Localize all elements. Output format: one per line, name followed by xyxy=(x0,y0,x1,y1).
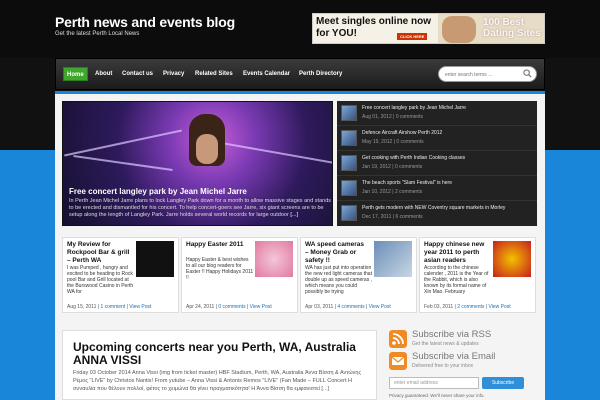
privacy-note: Privacy guaranteed. We'll never share yo… xyxy=(389,393,485,398)
list-item[interactable]: Perth gets modern with NEW Coventry squa… xyxy=(337,201,537,226)
post-thumbnail xyxy=(341,180,357,196)
email-form: enter email address Subscribe xyxy=(389,377,537,391)
post-thumbnail xyxy=(341,205,357,221)
view-post-link[interactable]: View Post xyxy=(250,304,272,310)
rss-description: Get the latest news & updates xyxy=(412,341,479,347)
list-item-title[interactable]: Get cooking with Perth Indian Cooking cl… xyxy=(362,155,465,161)
email-field[interactable]: enter email address xyxy=(389,377,479,389)
nav-home[interactable]: Home xyxy=(63,67,88,81)
post-card-title[interactable]: Happy Easter 2011 xyxy=(186,241,250,249)
post-card-meta: Aug 15, 2011 | 1 comment | View Post xyxy=(67,304,152,310)
rss-label[interactable]: Subscribe via RSS xyxy=(412,329,491,340)
subscribe-rss[interactable]: Subscribe via RSS Get the latest news & … xyxy=(389,329,537,352)
view-post-link[interactable]: View Post xyxy=(369,304,391,310)
list-item-meta: Jan 19, 2012 | 0 comments xyxy=(362,164,423,170)
view-post-link[interactable]: View Post xyxy=(129,304,151,310)
nav-about[interactable]: About xyxy=(92,67,115,81)
post-card-excerpt: WA has just put into operation the new r… xyxy=(305,265,372,295)
post-card-image[interactable] xyxy=(374,241,412,277)
featured-title[interactable]: Free concert langley park by Jean Michel… xyxy=(69,187,247,196)
featured-excerpt: In Perth Jean Michel Jarre plans to lock… xyxy=(69,198,331,219)
post-card-meta: Apr 24, 2011 | 0 comments | View Post xyxy=(186,304,272,310)
ad-banner[interactable]: Meet singles online now for YOU! CLICK H… xyxy=(312,13,545,44)
nav-perth-directory[interactable]: Perth Directory xyxy=(296,67,345,81)
subscribe-widget: Subscribe via RSS Get the latest news & … xyxy=(389,329,537,400)
search-box xyxy=(438,66,537,82)
list-item[interactable]: Get cooking with Perth Indian Cooking cl… xyxy=(337,151,537,176)
post-thumbnail xyxy=(341,130,357,146)
post-card-image[interactable] xyxy=(493,241,531,277)
list-item-title[interactable]: Free concert langley park by Jean Michel… xyxy=(362,105,466,111)
featured-read-more[interactable]: [...] xyxy=(290,212,298,218)
email-description: Delivered free to your inbox xyxy=(412,363,474,369)
list-item-title[interactable]: The beach sports "Slam Festival" is here xyxy=(362,180,452,186)
post-card-meta: Feb 03, 2011 | 2 comments | View Post xyxy=(424,304,511,310)
post-card-excerpt: According to the chinese calender , 2011… xyxy=(424,265,489,295)
list-item-title[interactable]: Defence Aircraft Airshow Perth 2012 xyxy=(362,130,442,136)
post-card-meta: Apr 03, 2011 | 4 comments | View Post xyxy=(305,304,391,310)
site-tagline: Get the latest Perth Local News xyxy=(55,31,140,37)
post-card-excerpt: Happy Easter & best wishes to all our bl… xyxy=(186,257,254,281)
rss-icon[interactable] xyxy=(389,330,407,348)
featured-slider[interactable]: Free concert langley park by Jean Michel… xyxy=(62,101,333,226)
ad-image-panel: 100 Best Dating Sites xyxy=(438,14,544,43)
post-card: Happy Easter 2011 Happy Easter & best wi… xyxy=(181,237,298,313)
comments-link[interactable]: 2 comments xyxy=(457,304,484,310)
comments-link[interactable]: 4 comments xyxy=(337,304,364,310)
site-title[interactable]: Perth news and events blog xyxy=(55,14,235,30)
post-date: Apr 24, 2011 xyxy=(186,304,215,310)
list-item[interactable]: Free concert langley park by Jean Michel… xyxy=(337,101,537,126)
comments-link[interactable]: 1 comment xyxy=(100,304,125,310)
post-card-title[interactable]: My Review for Rockpool Bar & grill – Per… xyxy=(67,241,131,265)
main-navigation: Home About Contact us Privacy Related Si… xyxy=(55,58,545,90)
email-icon[interactable] xyxy=(389,352,407,370)
ad-click-button[interactable]: CLICK HERE xyxy=(397,33,428,40)
search-input[interactable] xyxy=(445,69,519,80)
list-item-meta: Dec 17, 2011 | 6 comments xyxy=(362,214,423,220)
subscribe-email[interactable]: Subscribe via Email Delivered free to yo… xyxy=(389,351,537,374)
nav-related-sites[interactable]: Related Sites xyxy=(192,67,236,81)
list-item-title[interactable]: Perth gets modern with NEW Coventry squa… xyxy=(362,205,505,211)
post-card-excerpt: I was Pumped , hungry and excited to be … xyxy=(67,265,134,295)
recent-posts-list: Free concert langley park by Jean Michel… xyxy=(337,101,537,226)
content-area: Free concert langley park by Jean Michel… xyxy=(55,94,545,400)
nav-events-calendar[interactable]: Events Calendar xyxy=(240,67,293,81)
post-thumbnail xyxy=(341,105,357,121)
post-thumbnail xyxy=(341,155,357,171)
post-date: Feb 03, 2011 xyxy=(424,304,454,310)
list-item[interactable]: The beach sports "Slam Festival" is here… xyxy=(337,176,537,201)
ad-photo xyxy=(442,16,476,43)
post-card: My Review for Rockpool Bar & grill – Per… xyxy=(62,237,179,313)
post-card: WA speed cameras – Money Grab or safety … xyxy=(300,237,417,313)
post-card: Happy chinese new year 2011 to perth asi… xyxy=(419,237,536,313)
post-card-title[interactable]: Happy chinese new year 2011 to perth asi… xyxy=(424,241,488,265)
nav-contact-us[interactable]: Contact us xyxy=(119,67,156,81)
article-title[interactable]: Upcoming concerts near you Perth, WA, Au… xyxy=(73,341,373,367)
list-item-meta: Jan 10, 2012 | 2 comments xyxy=(362,189,423,195)
list-item-meta: May 19, 2012 | 0 comments xyxy=(362,139,424,145)
ad-right-line2: Dating Sites xyxy=(483,28,541,39)
nav-privacy[interactable]: Privacy xyxy=(160,67,187,81)
subscribe-button[interactable]: Subscribe xyxy=(482,377,524,389)
post-date: Aug 15, 2011 xyxy=(67,304,97,310)
search-icon[interactable] xyxy=(523,69,532,78)
post-card-image[interactable] xyxy=(136,241,174,277)
post-cards: My Review for Rockpool Bar & grill – Per… xyxy=(62,237,537,313)
post-card-image[interactable] xyxy=(255,241,293,277)
ad-right-line1: 100 Best xyxy=(483,17,525,28)
article-excerpt: Friday 03 October 2014 Anna Vissi (img f… xyxy=(73,370,362,392)
comments-link[interactable]: 0 comments xyxy=(218,304,245,310)
post-card-title[interactable]: WA speed cameras – Money Grab or safety … xyxy=(305,241,369,265)
list-item-meta: Aug 01, 2012 | 0 comments xyxy=(362,114,424,120)
article-preview: Upcoming concerts near you Perth, WA, Au… xyxy=(62,330,377,400)
list-item[interactable]: Defence Aircraft Airshow Perth 2012 May … xyxy=(337,126,537,151)
email-label[interactable]: Subscribe via Email xyxy=(412,351,495,362)
view-post-link[interactable]: View Post xyxy=(489,304,511,310)
ad-headline-line1: Meet singles online now xyxy=(316,16,432,27)
performer-face xyxy=(196,134,218,164)
post-date: Apr 03, 2011 xyxy=(305,304,334,310)
